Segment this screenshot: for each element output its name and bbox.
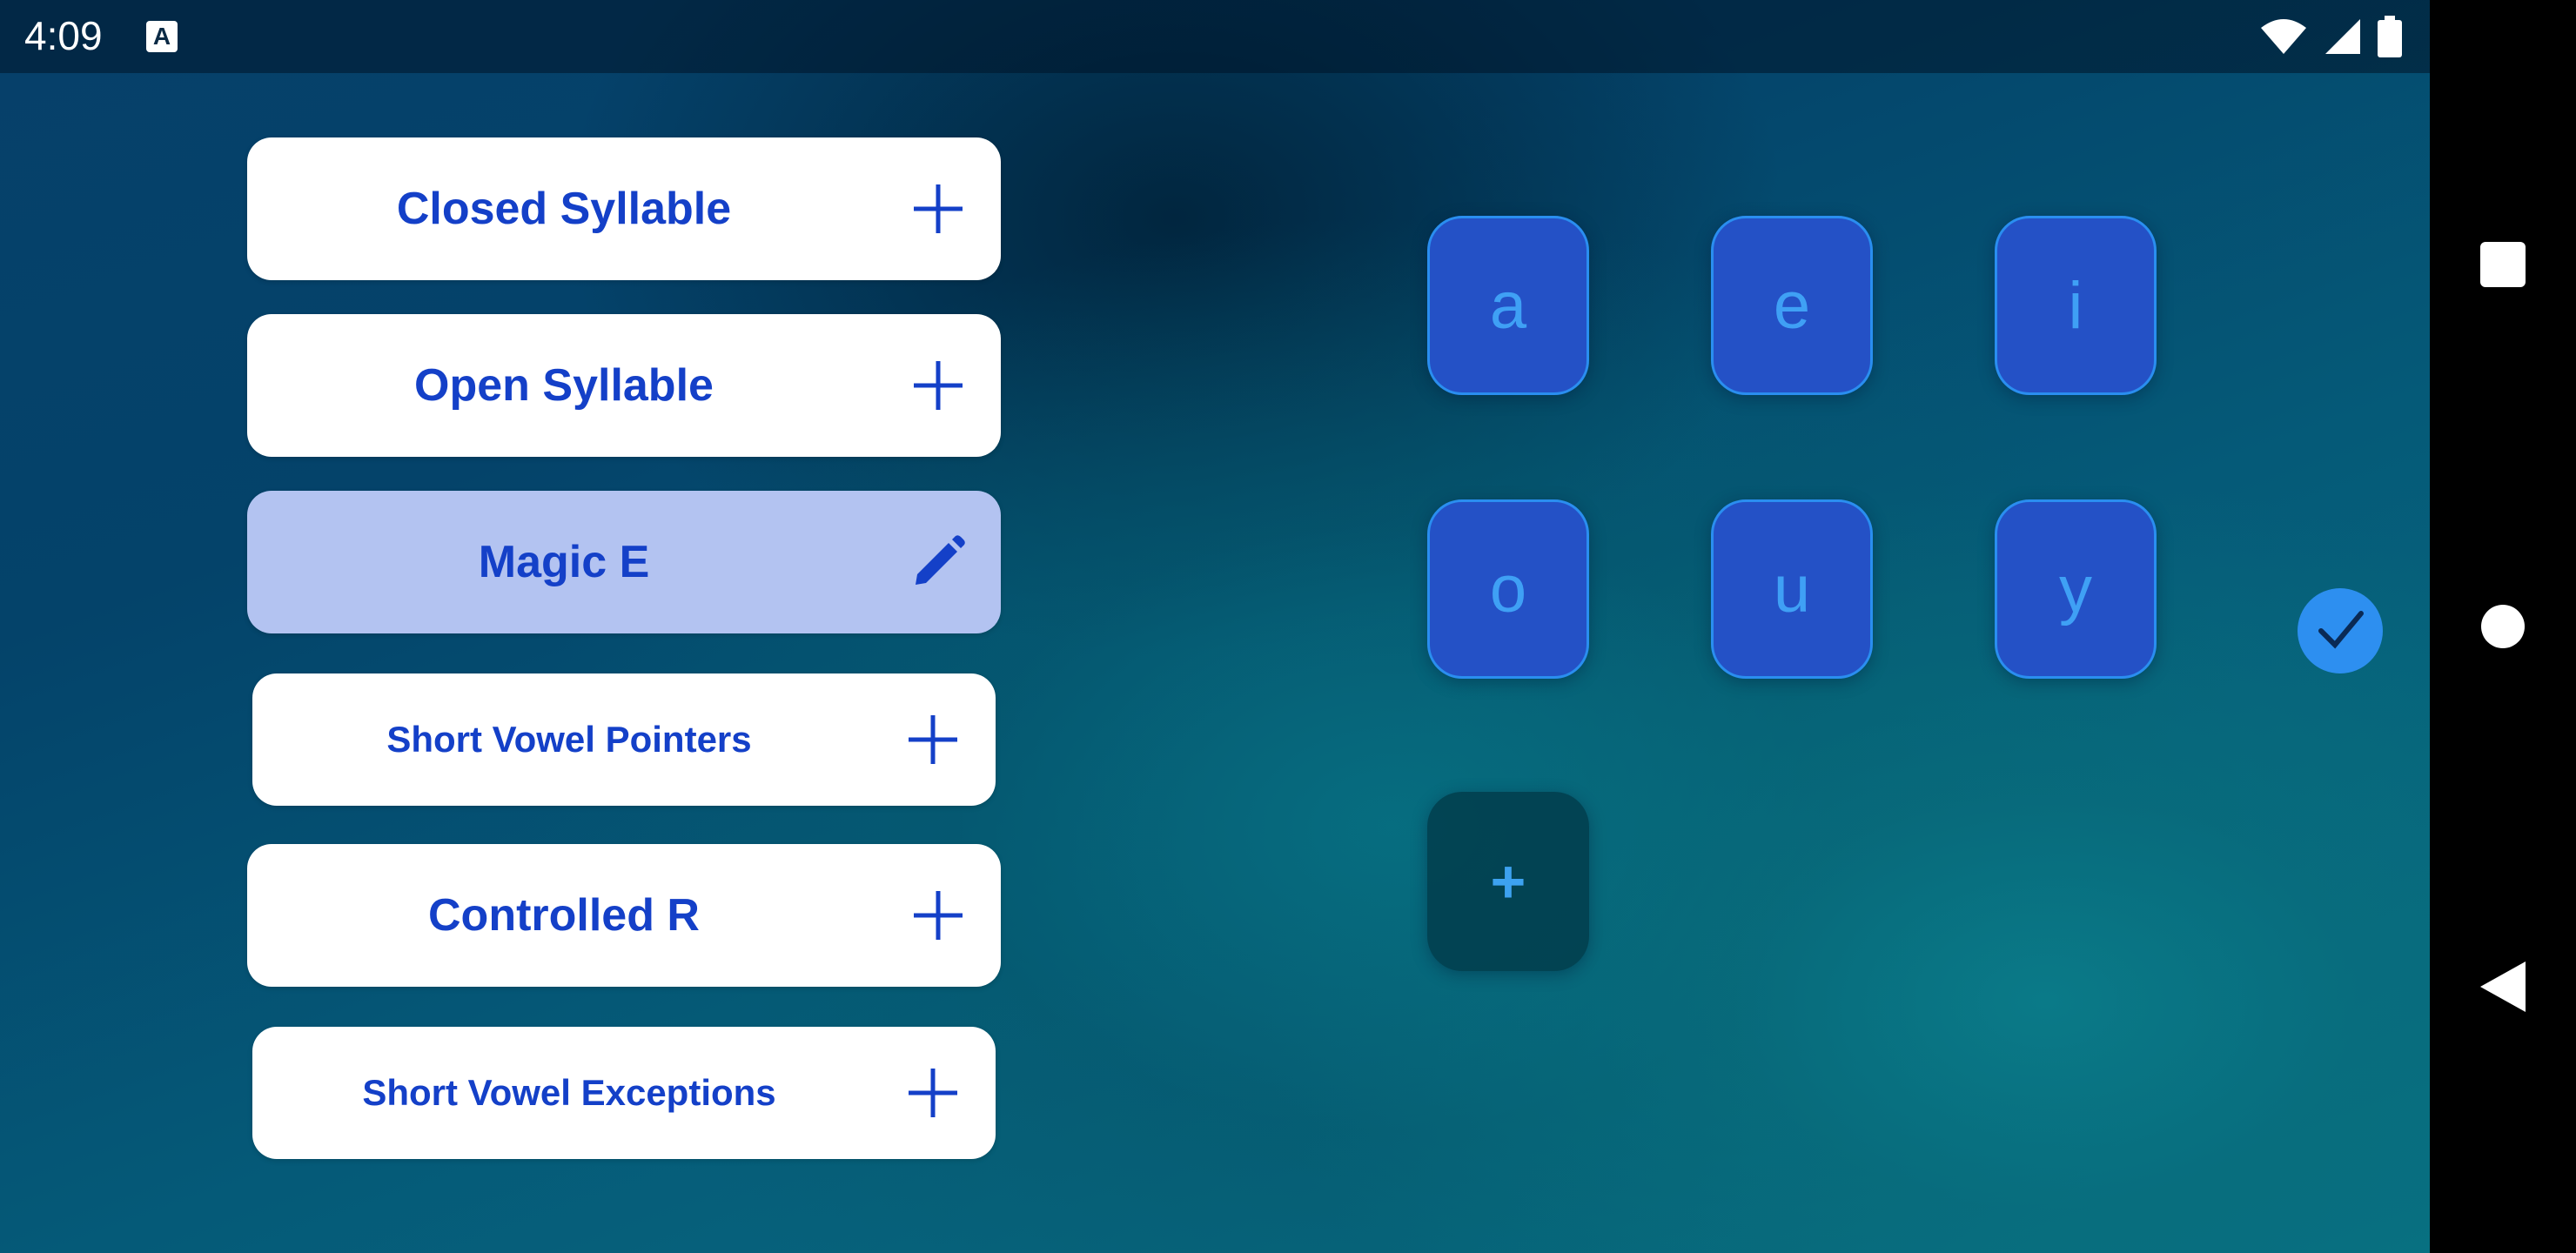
square-icon [2480,242,2526,287]
letter-tile-e[interactable]: e [1711,216,1873,395]
add-tile-button[interactable]: + [1427,792,1589,971]
letter-tile-a[interactable]: a [1427,216,1589,395]
battery-icon [2378,16,2402,57]
list-item-short-vowel-pointers[interactable]: Short Vowel Pointers [252,673,996,806]
wifi-icon [2261,19,2306,54]
signal-icon [2325,19,2360,54]
plus-icon[interactable] [910,181,966,237]
list-item-label: Short Vowel Exceptions [362,1072,776,1113]
list-item-short-vowel-exceptions[interactable]: Short Vowel Exceptions [252,1027,996,1159]
recents-button[interactable] [2430,212,2576,317]
list-item-label: Closed Syllable [396,184,732,234]
plus-icon[interactable] [905,1065,961,1121]
status-bar: 4:09 A [0,0,2430,73]
list-item-label: Open Syllable [414,360,714,411]
status-a-icon: A [146,21,178,52]
list-item-closed-syllable[interactable]: Closed Syllable [247,137,1001,280]
pencil-icon[interactable] [910,534,966,590]
list-item-label: Magic E [478,537,650,587]
checkmark-icon [2318,611,2364,649]
app-screen: 4:09 A Closed Syllable Open Syllable Mag… [0,0,2430,1253]
list-item-magic-e[interactable]: Magic E [247,491,1001,633]
list-item-controlled-r[interactable]: Controlled R [247,844,1001,987]
back-button[interactable] [2430,935,2576,1039]
list-item-label: Controlled R [428,890,700,941]
home-button[interactable] [2430,574,2576,679]
list-item-open-syllable[interactable]: Open Syllable [247,314,1001,457]
plus-icon[interactable] [905,712,961,767]
letter-tile-i[interactable]: i [1995,216,2157,395]
letter-tile-u[interactable]: u [1711,499,1873,679]
circle-icon [2481,605,2525,648]
letter-tile-o[interactable]: o [1427,499,1589,679]
plus-icon[interactable] [910,358,966,413]
status-time: 4:09 [24,13,103,58]
system-nav-bar [2430,0,2576,1253]
letter-tile-y[interactable]: y [1995,499,2157,679]
plus-icon[interactable] [910,888,966,943]
confirm-button[interactable] [2298,588,2383,673]
back-triangle-icon [2480,962,2526,1012]
list-item-label: Short Vowel Pointers [386,719,752,760]
